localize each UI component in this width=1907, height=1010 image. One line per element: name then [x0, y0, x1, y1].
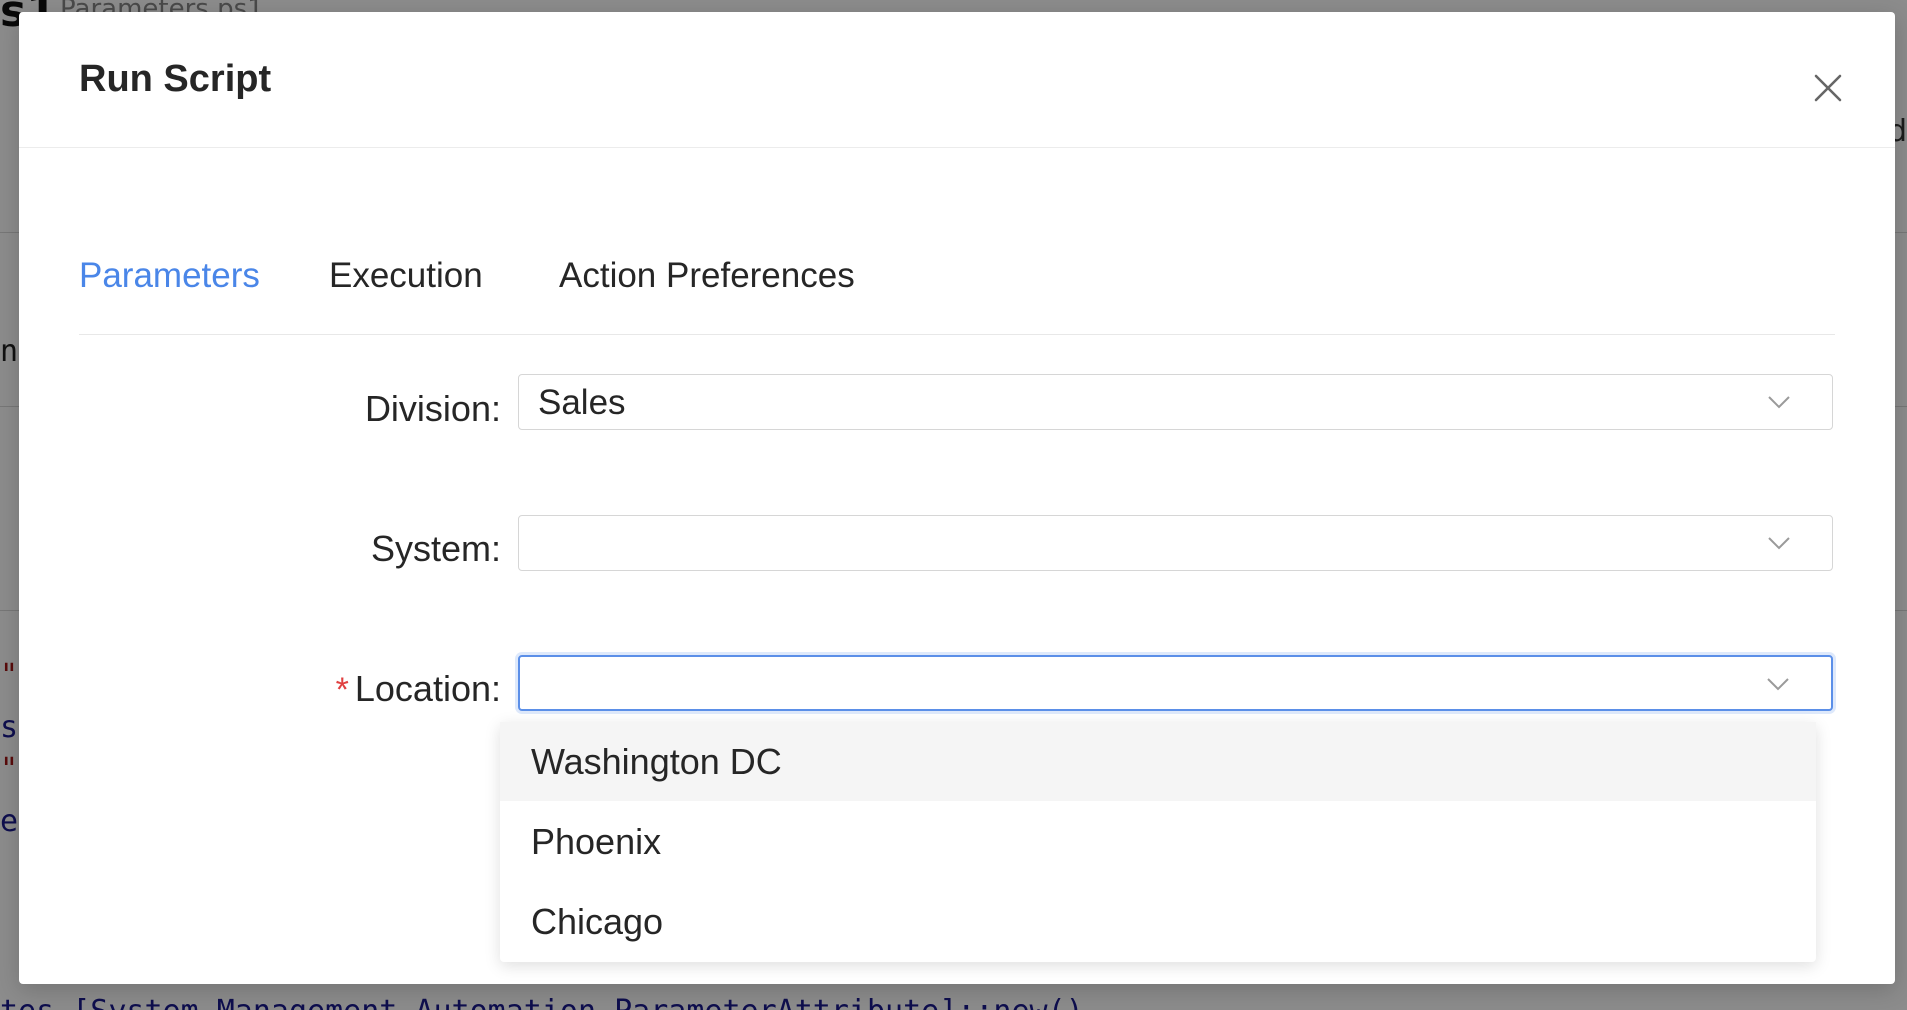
required-mark: *: [335, 671, 349, 709]
close-button[interactable]: [1804, 64, 1852, 112]
tab-action-preferences[interactable]: Action Preferences: [559, 256, 855, 296]
chevron-down-icon: [1768, 537, 1790, 550]
location-dropdown-menu: Washington DC Phoenix Chicago: [500, 722, 1816, 962]
close-icon: [1814, 74, 1842, 102]
label-colon: :: [490, 528, 501, 569]
dropdown-option-phoenix[interactable]: Phoenix: [500, 802, 1816, 881]
division-select-value: Sales: [538, 383, 626, 422]
dropdown-option-label: Chicago: [531, 901, 664, 942]
tab-bar: Parameters Execution Action Preferences: [79, 232, 1835, 335]
division-select[interactable]: Sales: [518, 374, 1833, 430]
location-label: * Location:: [299, 668, 501, 710]
dropdown-option-washington-dc[interactable]: Washington DC: [500, 722, 1816, 801]
label-colon: :: [490, 668, 501, 709]
chevron-down-icon: [1767, 678, 1789, 691]
label-colon: :: [490, 388, 501, 429]
system-select[interactable]: [518, 515, 1833, 571]
dialog-header: Run Script: [19, 12, 1895, 148]
system-label-text: System: [370, 528, 491, 569]
tab-execution[interactable]: Execution: [329, 256, 483, 296]
dropdown-option-chicago[interactable]: Chicago: [500, 882, 1816, 961]
dropdown-option-label: Phoenix: [531, 821, 662, 862]
system-label: System:: [319, 528, 501, 570]
chevron-down-icon: [1768, 396, 1790, 409]
division-label: Division:: [319, 388, 501, 430]
dropdown-option-label: Washington DC: [531, 741, 782, 782]
tab-parameters[interactable]: Parameters: [79, 256, 260, 296]
location-label-text: Location: [354, 668, 491, 709]
division-label-text: Division: [364, 388, 491, 429]
location-select[interactable]: [518, 655, 1833, 711]
dialog-title: Run Script: [79, 58, 272, 100]
